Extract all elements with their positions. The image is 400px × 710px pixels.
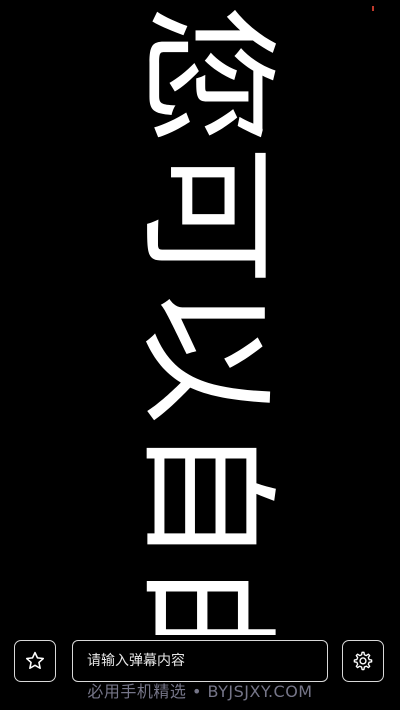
watermark-text: 必用手机精选 • BYJSJXY.COM [87, 682, 313, 701]
danmaku-input[interactable] [87, 641, 327, 681]
danmaku-display-area: 您可以自由 [0, 0, 400, 635]
danmaku-scrolling-text: 您可以自由 [124, 5, 287, 635]
star-icon [25, 651, 45, 670]
danmaku-input-field[interactable] [72, 640, 328, 682]
gear-icon [353, 651, 373, 671]
danmaku-screen: 您可以自由 必用手机精选 • BYJSJXY.COM [0, 0, 400, 710]
favorite-button[interactable] [14, 640, 56, 682]
settings-button[interactable] [342, 640, 384, 682]
